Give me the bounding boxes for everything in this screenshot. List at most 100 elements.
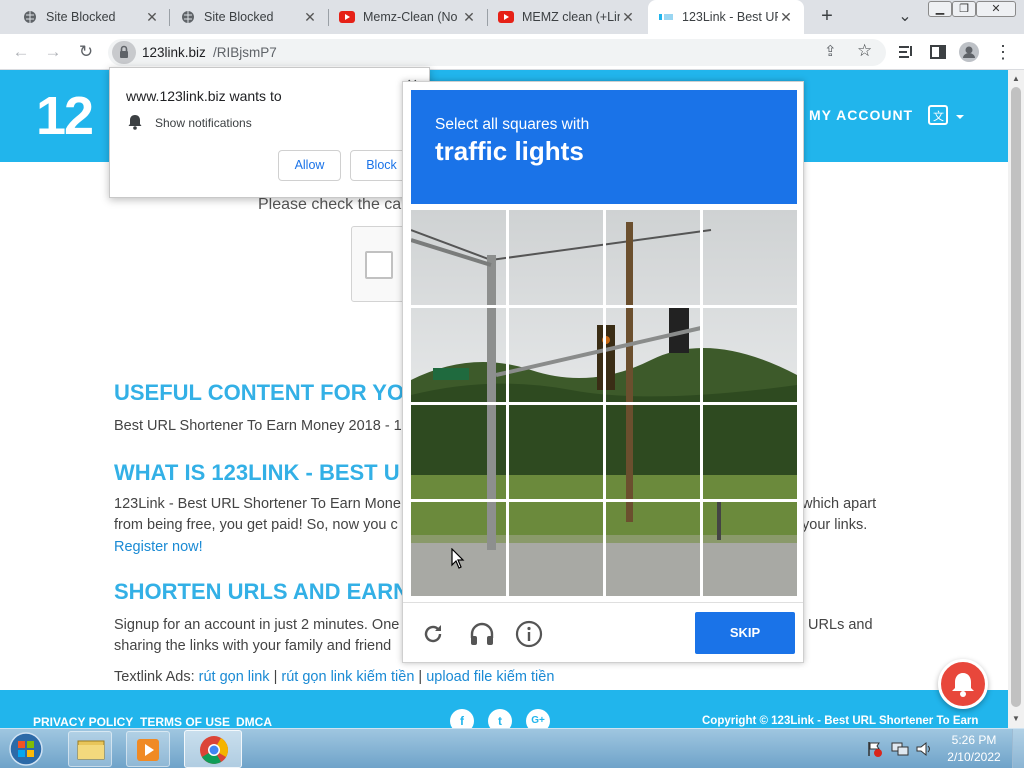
section-heading-what-is: WHAT IS 123LINK - BEST U [114,460,400,485]
file-explorer-icon[interactable] [68,731,112,767]
close-tab-icon[interactable]: ✕ [302,9,318,26]
challenge-image-grid [411,210,797,596]
challenge-target: traffic lights [435,136,584,166]
close-tab-icon[interactable]: ✕ [778,9,794,26]
textlink-separator: | [273,669,278,685]
permission-item: Show notifications [155,116,252,130]
profile-avatar-icon[interactable] [958,41,980,63]
section-text: Best URL Shortener To Earn Money 2018 - … [114,418,402,434]
maximize-button[interactable]: ❐ [952,1,976,17]
bell-icon [128,114,142,135]
reading-list-icon[interactable] [895,41,917,63]
textlink-ad-link[interactable]: rút gọn link [199,669,270,685]
tab-title: Site Blocked [46,10,116,24]
textlink-ad-link[interactable]: upload file kiếm tiền [426,669,554,685]
windows-taskbar: 5:26 PM 2/10/2022 [0,728,1024,768]
new-tab-button[interactable]: + [816,5,838,29]
recaptcha-checkbox[interactable] [365,251,393,279]
forward-button[interactable]: → [42,41,64,63]
scroll-up-arrow[interactable]: ▲ [1012,74,1020,83]
clock-date[interactable]: 2/10/2022 [940,750,1008,764]
close-tab-icon[interactable]: ✕ [461,9,477,26]
notification-permission-popup: www.123link.biz wants to × Show notifica… [109,67,430,198]
volume-icon[interactable] [915,740,933,763]
site-favicon [658,9,674,25]
minimize-button[interactable]: ▁ [928,1,952,17]
clock-time[interactable]: 5:26 PM [946,733,1002,747]
language-icon[interactable]: 文 [928,105,966,127]
tab-site-blocked-1[interactable]: Site Blocked ✕ [12,0,170,34]
url-domain: 123link.biz [142,45,206,60]
section-text: sharing the links with your family and f… [114,638,392,654]
audio-icon[interactable] [468,620,496,653]
tab-title: 123Link - Best UR [682,10,778,24]
svg-text:文: 文 [933,109,944,123]
section-text: Signup for an account in just 2 minutes.… [114,617,400,633]
scroll-down-arrow[interactable]: ▼ [1012,714,1020,723]
textlink-ads: Textlink Ads: rút gọn link | rút gọn lin… [114,667,554,688]
challenge-header: Select all squares with traffic lights [411,90,797,204]
divider [403,602,803,603]
tab-title: Site Blocked [204,10,274,24]
back-button[interactable]: ← [10,41,32,63]
copyright-text: Copyright © 123Link - Best URL Shortener… [702,715,979,727]
terms-of-use-link[interactable]: TERMS OF USE [140,715,230,729]
url-path: /RIBjsmP7 [213,45,277,60]
reload-button[interactable]: ↻ [75,41,97,63]
dmca-link[interactable]: DMCA [236,715,272,729]
media-player-icon[interactable] [126,731,170,767]
textlink-separator: | [418,669,423,685]
scrollbar-thumb[interactable] [1011,87,1021,707]
close-tab-icon[interactable]: ✕ [144,9,160,26]
my-account-link[interactable]: MY ACCOUNT [809,107,913,123]
youtube-icon [498,9,514,25]
globe-icon [22,9,38,25]
bell-icon [952,673,974,697]
tab-search-button[interactable]: ⌄ [896,6,914,26]
tab-site-blocked-2[interactable]: Site Blocked ✕ [170,0,328,34]
section-text: 123Link - Best URL Shortener To Earn Mon… [114,496,401,512]
tab-title: MEMZ clean (+Lin [522,10,620,24]
share-icon[interactable]: ⇪ [824,42,837,60]
globe-icon [180,9,196,25]
allow-button[interactable]: Allow [278,150,341,181]
grid-line [411,499,797,502]
challenge-instruction: Select all squares with [435,116,590,133]
action-center-flag-icon[interactable] [866,741,882,762]
reload-icon[interactable] [421,622,445,651]
section-heading-shorten: SHORTEN URLS AND EARN [114,579,409,604]
site-logo[interactable]: 12 [36,85,94,147]
close-tab-icon[interactable]: ✕ [620,9,636,26]
info-icon[interactable] [515,620,543,653]
tab-memz-clean-2[interactable]: MEMZ clean (+Lin ✕ [488,0,646,34]
side-panel-icon[interactable] [927,41,949,63]
lock-icon[interactable] [112,41,136,64]
notification-bell-button[interactable] [938,659,988,709]
privacy-policy-link[interactable]: PRIVACY POLICY [33,715,133,729]
network-icon[interactable] [891,741,909,762]
chrome-menu-icon[interactable]: ⋮ [992,41,1014,63]
recaptcha-challenge: Select all squares with traffic lights S… [402,81,804,663]
bookmark-star-icon[interactable]: ☆ [857,41,872,61]
page-scrollbar[interactable]: ▲ ▼ [1008,70,1024,728]
grid-line [411,305,797,308]
section-heading-useful: USEFUL CONTENT FOR YO [114,380,405,405]
skip-button[interactable]: SKIP [695,612,795,654]
section-text: t URLs and [800,617,873,633]
register-now-link[interactable]: Register now! [114,537,203,558]
start-orb[interactable] [6,730,46,768]
tab-title: Memz-Clean (No [363,10,458,24]
captcha-prompt-text: Please check the ca [258,196,402,213]
show-desktop-button[interactable] [1012,729,1024,768]
textlink-label: Textlink Ads: [114,669,195,685]
address-bar[interactable]: 123link.biz /RIBjsmP7 ⇪ ☆ [108,39,886,66]
youtube-icon [339,9,355,25]
tab-123link-active[interactable]: 123Link - Best UR ✕ [648,0,804,34]
close-window-button[interactable]: ✕ [976,1,1016,17]
tab-memz-clean-1[interactable]: Memz-Clean (No ✕ [329,0,487,34]
mouse-cursor [451,547,465,575]
section-text: your links. [802,517,868,533]
grid-line [411,402,797,405]
textlink-ad-link[interactable]: rút gọn link kiếm tiền [281,669,414,685]
chrome-icon[interactable] [184,730,242,768]
